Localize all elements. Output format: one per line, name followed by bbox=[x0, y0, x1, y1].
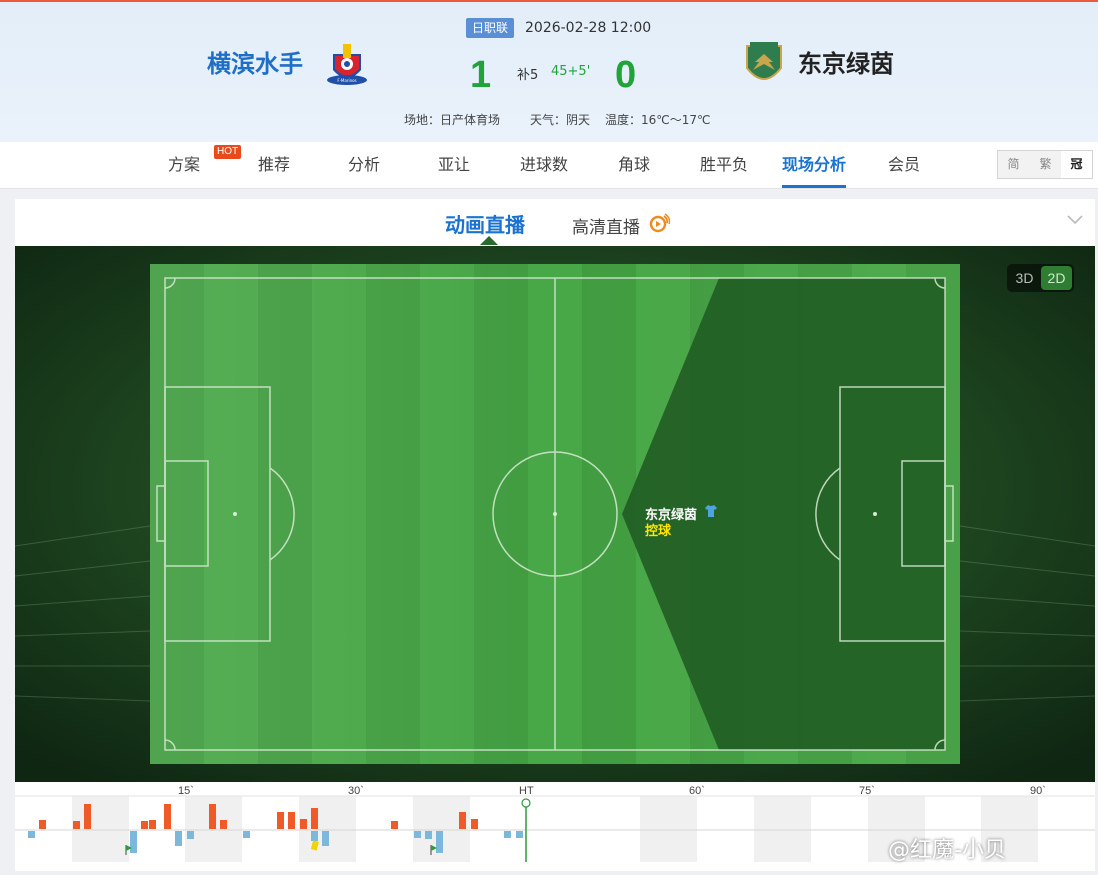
lang-crown[interactable]: 冠 bbox=[1061, 151, 1092, 178]
match-datetime: 2026-02-28 12:00 bbox=[525, 20, 652, 36]
live-stream-icon[interactable] bbox=[649, 213, 671, 233]
tab-animation-live[interactable]: 动画直播 bbox=[445, 209, 525, 238]
timeline-tick-90: 90` bbox=[1030, 785, 1046, 797]
temperature-label: 温度：16℃～17℃ bbox=[605, 113, 711, 127]
live-panel: 动画直播 高清直播 3D 2D 东京绿茵 控球 15` 30` HT 60` 7… bbox=[15, 199, 1095, 871]
view-3d-button[interactable]: 3D bbox=[1009, 266, 1040, 290]
away-team-name[interactable]: 东京绿茵 bbox=[798, 46, 894, 82]
home-team-crest-icon: F·Marinos bbox=[327, 44, 367, 85]
active-tab-pointer bbox=[480, 236, 498, 245]
away-score: 0 bbox=[615, 54, 637, 96]
tab-hd-live[interactable]: 高清直播 bbox=[572, 213, 640, 238]
match-header: 日职联 2026-02-28 12:00 横滨水手 F·Marinos 1 补5… bbox=[0, 0, 1098, 142]
venue-label: 场地：日产体育场 bbox=[404, 113, 501, 127]
nav-item-plan[interactable]: 方案 bbox=[168, 142, 200, 188]
weather-label: 天气：阴天 bbox=[530, 113, 591, 127]
nav-item-handicap[interactable]: 亚让 bbox=[438, 142, 470, 188]
chevron-down-icon[interactable] bbox=[1067, 215, 1083, 225]
nav-item-analysis[interactable]: 分析 bbox=[348, 142, 380, 188]
view-mode-toggle: 3D 2D bbox=[1007, 264, 1074, 292]
live-tabs: 动画直播 高清直播 bbox=[15, 199, 1095, 246]
away-team-crest-icon bbox=[746, 42, 782, 80]
nav-item-member[interactable]: 会员 bbox=[888, 142, 920, 188]
timeline-tick-60: 60` bbox=[689, 785, 705, 797]
timeline-tick-15: 15` bbox=[178, 785, 194, 797]
nav-item-recommend[interactable]: 推荐 bbox=[258, 142, 290, 188]
nav-item-corners[interactable]: 角球 bbox=[618, 142, 650, 188]
lang-simplified[interactable]: 简 bbox=[998, 151, 1029, 178]
timeline-tick-ht: HT bbox=[519, 785, 534, 797]
home-score: 1 bbox=[470, 54, 492, 96]
match-minute: 45+5' bbox=[551, 64, 591, 79]
nav-item-1x2[interactable]: 胜平负 bbox=[700, 142, 748, 188]
view-2d-button[interactable]: 2D bbox=[1041, 266, 1072, 290]
lang-traditional[interactable]: 繁 bbox=[1030, 151, 1061, 178]
pitch-view bbox=[15, 246, 1095, 782]
timeline-tick-75: 75` bbox=[859, 785, 875, 797]
animation-stage: 3D 2D 东京绿茵 控球 bbox=[15, 246, 1095, 782]
possession-status-label: 控球 bbox=[645, 524, 672, 539]
timeline-tick-30: 30` bbox=[348, 785, 364, 797]
home-team-name[interactable]: 横滨水手 bbox=[207, 46, 303, 82]
svg-text:F·Marinos: F·Marinos bbox=[337, 78, 356, 83]
nav-item-live-analysis[interactable]: 现场分析 bbox=[782, 142, 847, 188]
hot-badge: HOT bbox=[214, 145, 242, 159]
added-time-label: 补5 bbox=[517, 68, 539, 83]
league-badge: 日职联 bbox=[466, 18, 515, 38]
corner-flag-icon bbox=[125, 845, 437, 855]
jersey-icon bbox=[705, 505, 717, 517]
watermark-text: @红魔-小贝 bbox=[888, 838, 1006, 863]
language-switch: 简 繁 冠 bbox=[997, 150, 1093, 179]
ball-icon bbox=[521, 798, 531, 808]
nav-item-goals[interactable]: 进球数 bbox=[520, 142, 568, 188]
main-nav: 方案 推荐 分析 亚让 进球数 角球 胜平负 现场分析 会员 bbox=[0, 142, 1098, 189]
